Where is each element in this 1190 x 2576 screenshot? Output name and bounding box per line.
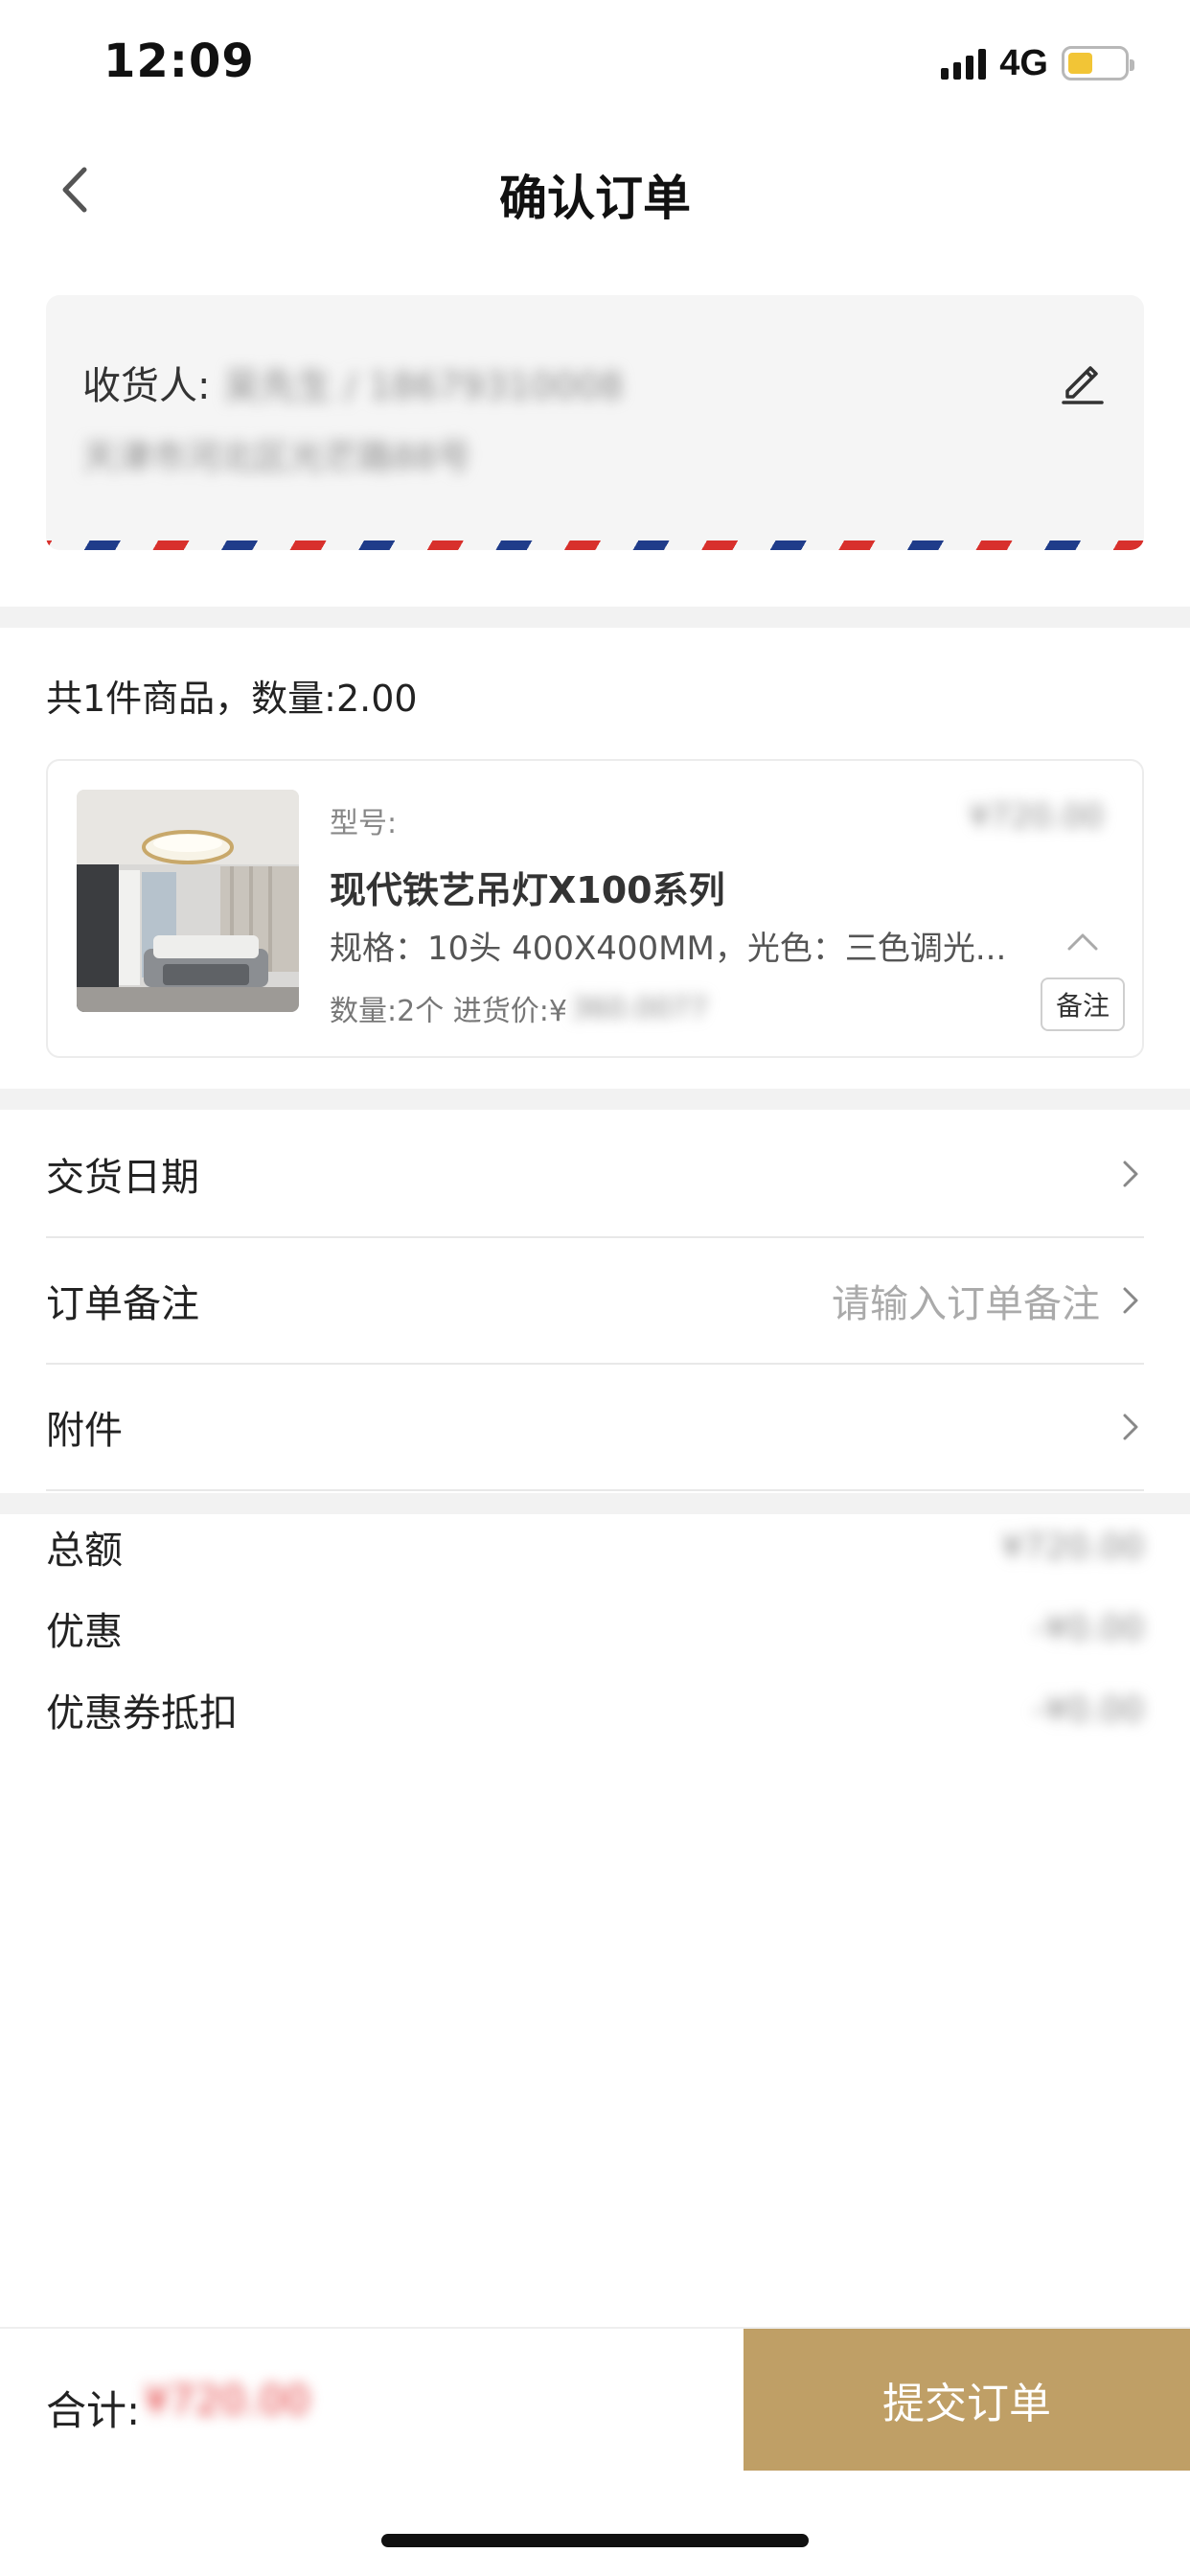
discount-row: 优惠 -¥0.00 xyxy=(46,1600,1144,1656)
home-indicator xyxy=(381,2534,809,2547)
coupon-value: -¥0.00 xyxy=(1032,1690,1144,1730)
address-line: 天津市河北区光芒路88号 xyxy=(82,438,471,477)
total-label: 总额 xyxy=(46,1529,123,1573)
delivery-date-label: 交货日期 xyxy=(46,1156,199,1200)
quantity-line: 数量:2个 进货价:¥ 360.0077 xyxy=(330,987,708,1029)
collapse-spec-button[interactable] xyxy=(1064,924,1102,958)
discount-label: 优惠 xyxy=(46,1610,123,1654)
discount-value: -¥0.00 xyxy=(1032,1608,1144,1648)
receiver-contact: 吴先生 / 18679310008 xyxy=(223,364,624,407)
product-card[interactable]: 型号: ¥720.00 现代铁艺吊灯X100系列 规格：10头 400X400M… xyxy=(46,759,1144,1058)
receiver-label: 收货人: xyxy=(82,364,211,408)
total-value: ¥720.00 xyxy=(1001,1527,1144,1567)
bottom-bar: 合计: ¥720.00 提交订单 xyxy=(0,2327,1190,2471)
purchase-price: 360.0077 xyxy=(570,991,709,1025)
signal-icon xyxy=(941,47,987,80)
product-price: ¥720.00 xyxy=(969,797,1104,836)
pencil-icon xyxy=(1062,366,1104,404)
address-card[interactable]: 收货人: 吴先生 / 18679310008 天津市河北区光芒路88号 xyxy=(46,295,1144,550)
sum-value: ¥720.00 xyxy=(144,2377,310,2424)
model-label: 型号: xyxy=(330,807,398,840)
status-indicators: 4G xyxy=(941,42,1134,83)
order-note-label: 订单备注 xyxy=(46,1282,199,1326)
attachment-label: 附件 xyxy=(46,1409,123,1453)
attachment-row[interactable]: 附件 xyxy=(46,1365,1144,1491)
total-row: 总额 ¥720.00 xyxy=(46,1519,1144,1575)
section-divider xyxy=(0,1089,1190,1110)
page-title: 确认订单 xyxy=(499,171,691,226)
status-bar: 12:09 4G xyxy=(0,0,1190,129)
nav-bar: 确认订单 xyxy=(0,129,1190,254)
order-note-input[interactable]: 请输入订单备注 xyxy=(832,1273,1100,1328)
network-type: 4G xyxy=(999,42,1048,83)
coupon-label: 优惠券抵扣 xyxy=(46,1691,238,1736)
chevron-up-icon xyxy=(1067,933,1098,951)
battery-level xyxy=(1068,53,1093,74)
submit-order-button[interactable]: 提交订单 xyxy=(744,2329,1190,2471)
chevron-right-icon xyxy=(1123,1161,1138,1187)
product-image xyxy=(77,790,299,1012)
airmail-stripe xyxy=(46,540,1144,550)
status-time: 12:09 xyxy=(103,34,255,88)
delivery-date-row[interactable]: 交货日期 xyxy=(46,1112,1144,1238)
section-divider xyxy=(0,607,1190,628)
edit-address-button[interactable] xyxy=(1056,353,1110,406)
items-summary: 共1件商品，数量:2.00 xyxy=(46,678,418,720)
order-note-row[interactable]: 订单备注 请输入订单备注 xyxy=(46,1238,1144,1365)
chevron-right-icon xyxy=(1123,1414,1138,1440)
chevron-right-icon xyxy=(1123,1287,1138,1314)
product-name: 现代铁艺吊灯X100系列 xyxy=(330,869,725,911)
quantity-label: 数量:2个 进货价:¥ xyxy=(330,995,567,1028)
battery-icon xyxy=(1062,46,1134,80)
coupon-row: 优惠券抵扣 -¥0.00 xyxy=(46,1682,1144,1737)
product-spec: 规格：10头 400X400MM，光色：三色调光... xyxy=(330,930,1007,968)
receiver-line: 收货人: 吴先生 / 18679310008 xyxy=(82,355,623,410)
remark-button[interactable]: 备注 xyxy=(1040,978,1125,1031)
sum-label: 合计: xyxy=(46,2387,141,2434)
section-divider xyxy=(0,1493,1190,1514)
